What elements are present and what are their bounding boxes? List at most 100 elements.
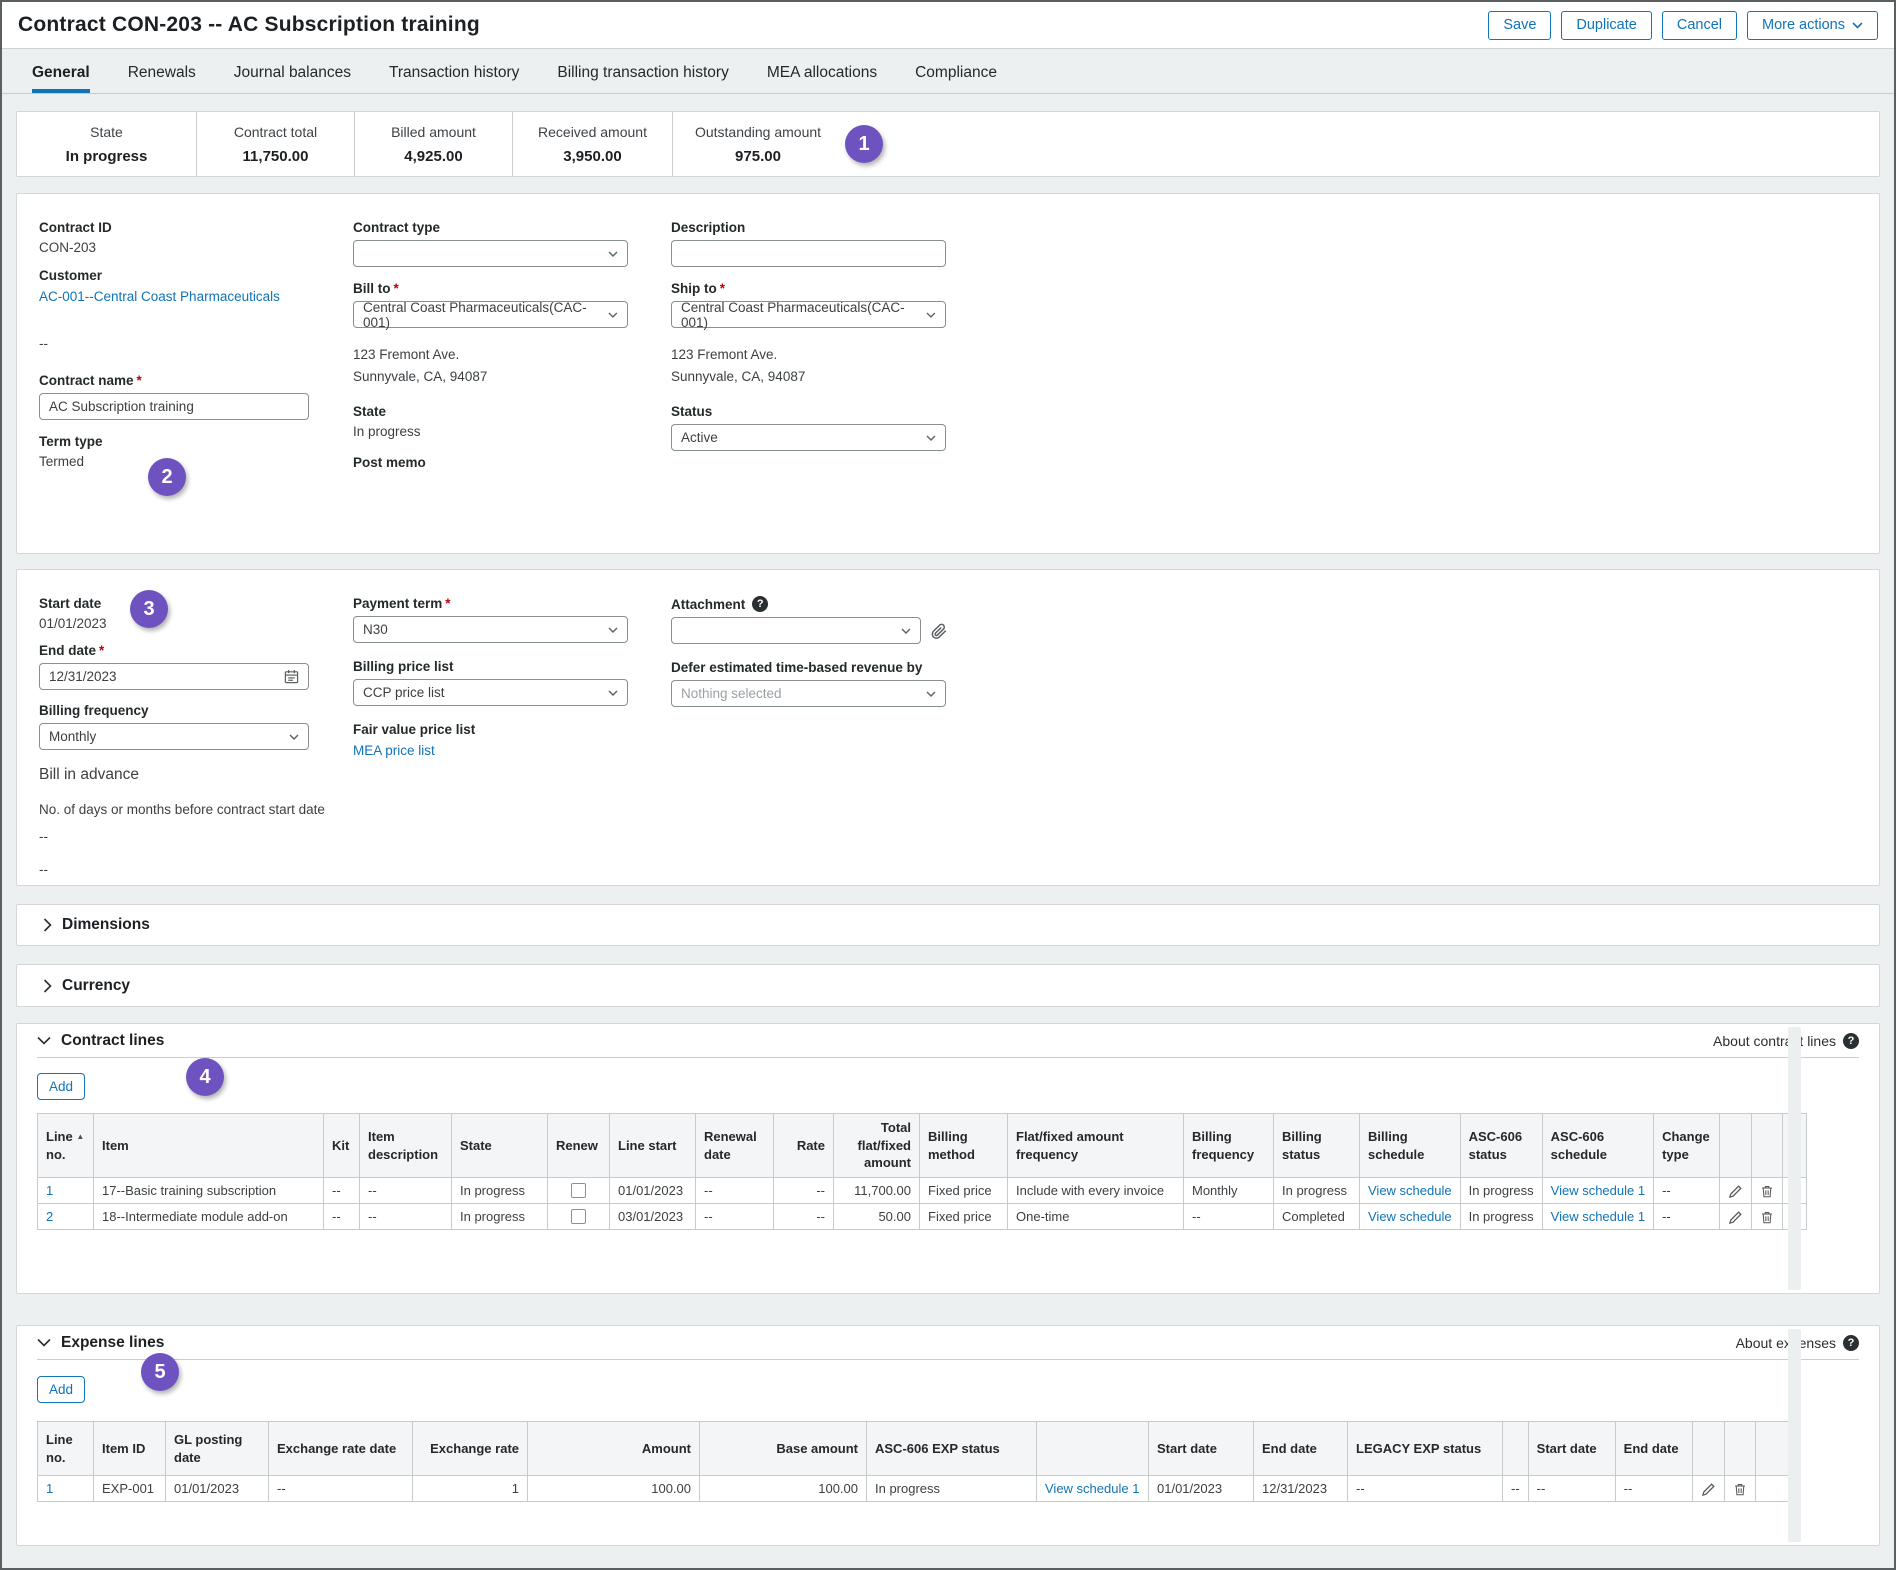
column-header[interactable]: Billing schedule <box>1360 1114 1461 1178</box>
summary-value: 3,950.00 <box>563 148 621 165</box>
currency-section[interactable]: Currency <box>16 964 1880 1007</box>
contract-name-input[interactable] <box>39 393 309 420</box>
tab-general[interactable]: General <box>32 64 90 93</box>
delete-icon[interactable] <box>1760 1184 1774 1199</box>
column-header[interactable]: Exchange rate <box>413 1422 528 1476</box>
column-header[interactable]: ASC-606 EXP status <box>867 1422 1037 1476</box>
contract-type-select[interactable] <box>353 240 628 267</box>
cell-link[interactable]: View schedule 1 <box>1551 1183 1645 1198</box>
calendar-icon[interactable] <box>284 669 299 684</box>
column-header[interactable]: Renew <box>548 1114 610 1178</box>
cancel-button[interactable]: Cancel <box>1662 11 1737 40</box>
end-date-input[interactable]: 12/31/2023 <box>39 663 309 690</box>
column-header[interactable]: Billing status <box>1274 1114 1360 1178</box>
column-header[interactable]: Item description <box>360 1114 452 1178</box>
term-type-value: Termed <box>39 454 353 469</box>
table-vertical-scrollbar[interactable] <box>1788 1329 1801 1542</box>
about-expenses-link[interactable]: About expenses <box>1736 1335 1836 1351</box>
column-header[interactable]: LEGACY EXP status <box>1348 1422 1503 1476</box>
add-contract-line-button[interactable]: Add <box>37 1073 85 1100</box>
column-header[interactable]: End date <box>1615 1422 1692 1476</box>
renew-checkbox[interactable] <box>571 1183 586 1198</box>
required-marker: * <box>137 373 142 388</box>
help-icon[interactable]: ? <box>1843 1335 1859 1351</box>
cell-link[interactable]: View schedule 1 <box>1551 1209 1645 1224</box>
column-header[interactable]: End date <box>1254 1422 1348 1476</box>
payment-term-select[interactable]: N30 <box>353 616 628 643</box>
column-header[interactable]: Start date <box>1528 1422 1615 1476</box>
summary-billed-amount: Billed amount 4,925.00 <box>355 112 513 176</box>
header-row: Line no.Item IDGL posting dateExchange r… <box>38 1422 1799 1476</box>
edit-cell <box>1720 1178 1752 1204</box>
customer-link[interactable]: AC-001--Central Coast Pharmaceuticals <box>39 289 280 304</box>
tab-compliance[interactable]: Compliance <box>915 64 997 93</box>
trash-cell <box>1752 1204 1783 1230</box>
summary-received-amount: Received amount 3,950.00 <box>513 112 673 176</box>
callout-badge-1: 1 <box>845 125 883 163</box>
column-header[interactable]: Line ▲no. <box>38 1114 94 1178</box>
contract-details-card: Contract ID CON-203 Customer AC-001--Cen… <box>16 193 1880 554</box>
help-icon[interactable]: ? <box>752 596 768 612</box>
paperclip-icon[interactable] <box>930 622 948 640</box>
cell-link[interactable]: 1 <box>46 1183 53 1198</box>
save-button[interactable]: Save <box>1488 11 1551 40</box>
help-icon[interactable]: ? <box>1843 1033 1859 1049</box>
cell-link[interactable]: View schedule <box>1368 1183 1452 1198</box>
column-header[interactable]: Billing frequency <box>1184 1114 1274 1178</box>
ship-to-select[interactable]: Central Coast Pharmaceuticals(CAC-001) <box>671 301 946 328</box>
status-select[interactable]: Active <box>671 424 946 451</box>
renew-checkbox[interactable] <box>571 1209 586 1224</box>
description-input[interactable] <box>671 240 946 267</box>
column-header[interactable]: State <box>452 1114 548 1178</box>
contract-lines-collapse-toggle[interactable]: Contract lines <box>37 1032 164 1050</box>
tab-transaction-history[interactable]: Transaction history <box>389 64 519 93</box>
column-header[interactable]: Flat/fixed amount frequency <box>1008 1114 1184 1178</box>
cell-link[interactable]: 1 <box>46 1481 53 1496</box>
edit-icon[interactable] <box>1728 1184 1743 1199</box>
column-header[interactable]: ASC-606 status <box>1460 1114 1542 1178</box>
bill-to-select[interactable]: Central Coast Pharmaceuticals(CAC-001) <box>353 301 628 328</box>
column-header[interactable]: Line no. <box>38 1422 94 1476</box>
defer-revenue-select[interactable]: Nothing selected <box>671 680 946 707</box>
cell-link[interactable]: View schedule 1 <box>1045 1481 1139 1496</box>
column-header[interactable]: ASC-606 schedule <box>1542 1114 1653 1178</box>
column-header[interactable]: Kit <box>324 1114 360 1178</box>
edit-icon[interactable] <box>1701 1482 1716 1497</box>
more-actions-button[interactable]: More actions <box>1747 11 1878 40</box>
summary-strip: State In progress Contract total 11,750.… <box>16 111 1880 177</box>
attachment-select[interactable] <box>671 617 921 644</box>
column-header[interactable]: Item <box>94 1114 324 1178</box>
delete-icon[interactable] <box>1760 1210 1774 1225</box>
column-header[interactable]: Billing method <box>920 1114 1008 1178</box>
dimensions-section[interactable]: Dimensions <box>16 904 1880 946</box>
table-vertical-scrollbar[interactable] <box>1788 1027 1801 1290</box>
edit-icon[interactable] <box>1728 1210 1743 1225</box>
tab-journal-balances[interactable]: Journal balances <box>234 64 351 93</box>
column-header[interactable]: Line start <box>610 1114 696 1178</box>
column-header[interactable]: Amount <box>528 1422 700 1476</box>
billing-frequency-select[interactable]: Monthly <box>39 723 309 750</box>
add-expense-line-button[interactable]: Add <box>37 1376 85 1403</box>
expense-lines-collapse-toggle[interactable]: Expense lines <box>37 1334 164 1352</box>
tab-mea-allocations[interactable]: MEA allocations <box>767 64 877 93</box>
cell-link[interactable]: 2 <box>46 1209 53 1224</box>
delete-icon[interactable] <box>1733 1482 1747 1497</box>
contract-lines-title: Contract lines <box>61 1032 164 1050</box>
column-header[interactable]: Change type <box>1654 1114 1720 1178</box>
column-header[interactable]: Rate <box>774 1114 834 1178</box>
column-header[interactable]: Start date <box>1149 1422 1254 1476</box>
about-contract-lines-link[interactable]: About contract lines <box>1713 1033 1836 1049</box>
tab-billing-transaction-history[interactable]: Billing transaction history <box>557 64 728 93</box>
tab-renewals[interactable]: Renewals <box>128 64 196 93</box>
column-header[interactable]: Item ID <box>94 1422 166 1476</box>
mea-price-list-link[interactable]: MEA price list <box>353 743 435 758</box>
column-header[interactable]: Exchange rate date <box>269 1422 413 1476</box>
column-header[interactable]: Base amount <box>700 1422 867 1476</box>
cell: Include with every invoice <box>1008 1178 1184 1204</box>
cell-link[interactable]: View schedule <box>1368 1209 1452 1224</box>
billing-price-list-select[interactable]: CCP price list <box>353 679 628 706</box>
duplicate-button[interactable]: Duplicate <box>1561 11 1651 40</box>
column-header[interactable]: Renewal date <box>696 1114 774 1178</box>
column-header[interactable]: GL posting date <box>166 1422 269 1476</box>
column-header[interactable]: Total flat/fixed amount <box>834 1114 920 1178</box>
